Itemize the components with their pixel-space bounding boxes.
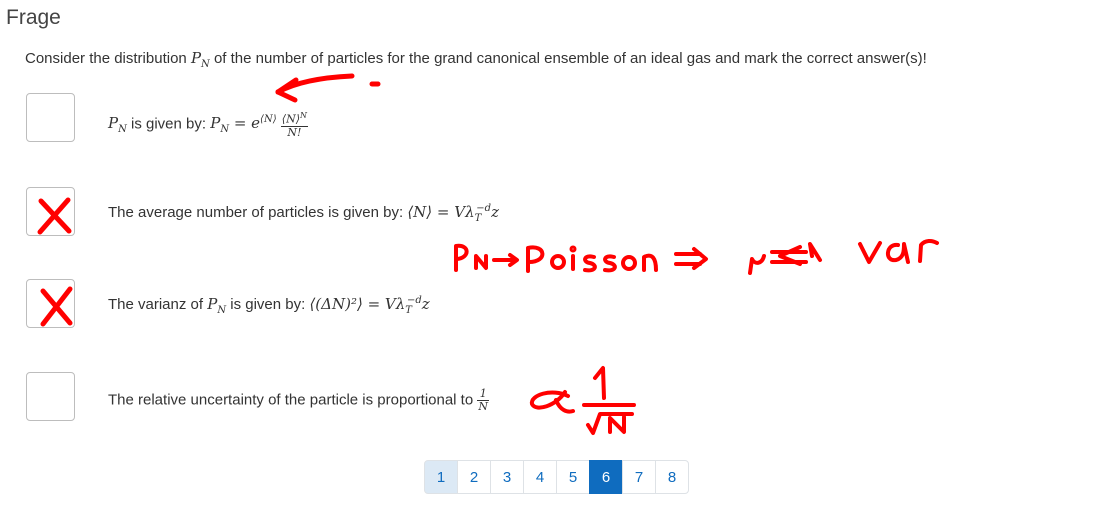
proportional-annotation xyxy=(530,366,636,435)
page-link-4[interactable]: 4 xyxy=(523,460,557,494)
answer-option-2: The average number of particles is given… xyxy=(108,203,499,224)
answer-checkbox-2[interactable] xyxy=(26,187,75,236)
answer-option-4: The relative uncertainty of the particle… xyxy=(108,387,489,413)
fraction-one-over-n: 1N xyxy=(477,387,489,413)
question-text: Consider the distribution PN of the numb… xyxy=(25,49,927,70)
page-link-6-current[interactable]: 6 xyxy=(589,460,623,494)
page-link-1[interactable]: 1 xyxy=(424,460,458,494)
answer-checkbox-1[interactable] xyxy=(26,93,75,142)
answer-checkbox-3[interactable] xyxy=(26,279,75,328)
answer-option-1: PN is given by: PN = e⟨N⟩ ⟨N⟩N N! xyxy=(108,111,308,139)
pagination: 1 2 3 4 5 6 7 8 xyxy=(424,460,689,494)
handwritten-annotations xyxy=(37,73,939,435)
poisson-annotation xyxy=(454,238,939,275)
page-link-5[interactable]: 5 xyxy=(556,460,590,494)
arrow-annotation xyxy=(275,73,381,103)
page-link-7[interactable]: 7 xyxy=(622,460,656,494)
answer-checkbox-4[interactable] xyxy=(26,372,75,421)
page-link-2[interactable]: 2 xyxy=(457,460,491,494)
fraction-n-power: ⟨N⟩N N! xyxy=(280,111,308,139)
page-link-3[interactable]: 3 xyxy=(490,460,524,494)
page-link-8[interactable]: 8 xyxy=(655,460,689,494)
page-title: Frage xyxy=(6,6,61,29)
answer-option-3: The varianz of PN is given by: ⟨(ΔN)²⟩ =… xyxy=(108,295,430,316)
